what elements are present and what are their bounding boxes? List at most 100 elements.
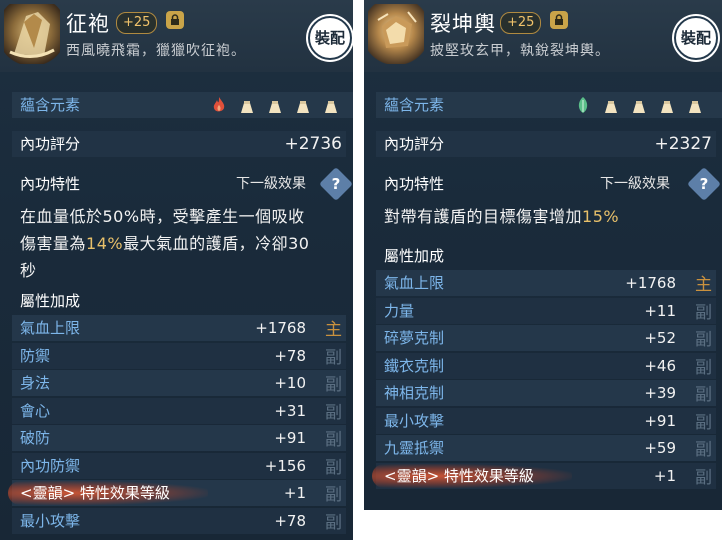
stat-row: 內功防禦 +156 副 xyxy=(12,452,346,479)
leaf-element-icon xyxy=(574,96,592,114)
effect-line-2c: 最大氣血的護盾，冷卻30 xyxy=(123,234,310,253)
stat-name: 身法 xyxy=(20,374,51,392)
lock-icon[interactable] xyxy=(550,11,568,29)
empty-element-slot-icon xyxy=(266,96,284,114)
enhance-level-badge: +25 xyxy=(116,12,158,34)
lock-icon[interactable] xyxy=(166,11,184,29)
sub-stat-tag: 副 xyxy=(695,440,712,460)
stat-name: 最小攻擊 xyxy=(20,511,81,530)
equip-button[interactable]: 裝配 xyxy=(674,16,718,60)
stat-row: 鐵衣克制 +46 副 xyxy=(376,352,716,379)
empty-element-slot-icon xyxy=(602,96,620,114)
score-row: 內功評分 +2327 xyxy=(376,131,716,157)
empty-element-slot-icon xyxy=(238,96,256,114)
sub-stat-tag: 副 xyxy=(695,357,712,378)
help-diamond-icon[interactable]: ? xyxy=(319,167,353,201)
stat-row: 神相克制 +39 副 xyxy=(376,380,716,406)
stat-row: 碎夢克制 +52 副 xyxy=(376,325,716,351)
stat-value: +91 xyxy=(274,429,306,447)
item-panel-right: 裂坤輿 +25 披堅玫玄甲，執銳裂坤輿。 裝配 蘊含元素 內功評分 +2327 … xyxy=(364,0,722,510)
item-header: 裂坤輿 +25 披堅玫玄甲，執銳裂坤輿。 裝配 xyxy=(364,0,722,72)
stat-name: 會心 xyxy=(20,401,51,420)
stat-name: 內功防禦 xyxy=(20,456,81,475)
item-panel-left: 征袍 +25 西風曉飛霜，獵獵吹征袍。 裝配 蘊含元素 內功評分 +2736 內… xyxy=(0,0,353,540)
element-label: 蘊含元素 xyxy=(384,96,445,114)
stat-name: <靈韻> 特性效果等級 xyxy=(20,484,170,502)
sub-stat-tag: 副 xyxy=(695,385,712,405)
item-description: 披堅玫玄甲，執銳裂坤輿。 xyxy=(430,43,610,59)
sub-stat-tag: 副 xyxy=(695,467,712,488)
sub-stat-tag: 副 xyxy=(325,347,342,368)
stat-row: 最小攻擊 +91 副 xyxy=(376,407,716,434)
stat-row: 身法 +10 副 xyxy=(12,370,346,396)
stat-value: +10 xyxy=(274,374,306,392)
stat-row: 破防 +91 副 xyxy=(12,425,346,451)
armor-item-icon[interactable] xyxy=(368,4,424,64)
empty-element-slot-icon xyxy=(294,96,312,114)
effect-highlight-value: 15% xyxy=(582,207,620,226)
stat-row: 九靈抵禦 +59 副 xyxy=(376,435,716,461)
robe-item-icon[interactable] xyxy=(4,4,60,64)
element-row: 蘊含元素 xyxy=(12,92,353,118)
stat-value: +1 xyxy=(283,484,306,502)
stat-value: +11 xyxy=(644,301,676,320)
element-icons xyxy=(574,92,704,118)
item-description: 西風曉飛霜，獵獵吹征袍。 xyxy=(66,43,246,59)
trait-row: 內功特性 下一級效果 ? xyxy=(12,167,353,201)
stat-name: 氣血上限 xyxy=(20,319,81,337)
attr-label: 屬性加成 xyxy=(384,247,445,265)
stat-row: <靈韻> 特性效果等級 +1 副 xyxy=(8,480,346,506)
stat-name: 力量 xyxy=(384,301,415,320)
effect-line-1: 在血量低於50%時，受擊產生一個吸收 xyxy=(20,207,305,226)
sub-stat-tag: 副 xyxy=(695,412,712,433)
sub-stat-tag: 副 xyxy=(325,375,342,395)
next-level-effect[interactable]: 下一級效果 xyxy=(236,171,306,197)
score-value: +2736 xyxy=(284,134,342,154)
stat-value: +46 xyxy=(644,356,676,375)
stat-name: 最小攻擊 xyxy=(384,411,445,430)
effect-text: 對帶有護盾的目標傷害增加 xyxy=(384,207,583,226)
stat-value: +91 xyxy=(644,411,676,430)
score-row: 內功評分 +2736 xyxy=(12,131,346,157)
trait-label: 內功特性 xyxy=(20,175,81,193)
main-stat-tag: 主 xyxy=(325,320,342,340)
stat-value: +1 xyxy=(653,466,676,485)
equip-button[interactable]: 裝配 xyxy=(308,16,352,60)
sub-stat-tag: 副 xyxy=(325,402,342,423)
next-level-effect[interactable]: 下一級效果 xyxy=(600,171,670,197)
element-row: 蘊含元素 xyxy=(376,92,722,118)
score-label: 內功評分 xyxy=(384,135,445,153)
item-header: 征袍 +25 西風曉飛霜，獵獵吹征袍。 裝配 xyxy=(0,0,353,72)
attr-label: 屬性加成 xyxy=(20,292,81,310)
trait-label: 內功特性 xyxy=(384,175,445,193)
fire-element-icon xyxy=(210,96,228,114)
stat-value: +1768 xyxy=(255,319,306,337)
sub-stat-tag: 副 xyxy=(325,512,342,533)
stat-name: 氣血上限 xyxy=(384,274,445,292)
stat-row: 氣血上限 +1768 主 xyxy=(376,270,716,296)
help-diamond-icon[interactable]: ? xyxy=(687,167,721,201)
stat-name: 碎夢克制 xyxy=(384,329,445,347)
panel-gap xyxy=(353,0,364,540)
stat-value: +1768 xyxy=(625,274,676,292)
stat-name: 防禦 xyxy=(20,346,51,365)
score-label: 內功評分 xyxy=(20,135,81,153)
stat-value: +156 xyxy=(264,456,306,475)
score-value: +2327 xyxy=(654,134,712,154)
stat-value: +31 xyxy=(274,401,306,420)
empty-element-slot-icon xyxy=(686,96,704,114)
effect-line-2: 傷害量為14%最大氣血的護盾，冷卻30 xyxy=(20,230,350,257)
empty-element-slot-icon xyxy=(630,96,648,114)
help-glyph: ? xyxy=(331,175,341,193)
item-name: 裂坤輿 xyxy=(430,12,496,36)
stat-row: 最小攻擊 +78 副 xyxy=(12,507,346,534)
stat-value: +78 xyxy=(274,511,306,530)
stat-row: 氣血上限 +1768 主 xyxy=(12,315,346,341)
stat-row: 會心 +31 副 xyxy=(12,397,346,424)
stat-name: 神相克制 xyxy=(384,384,445,402)
empty-element-slot-icon xyxy=(658,96,676,114)
effect-line-3: 秒 xyxy=(20,261,37,280)
effect-line-2a: 傷害量為 xyxy=(20,234,87,253)
stat-value: +52 xyxy=(644,329,676,347)
trait-effect-text: 在血量低於50%時，受擊產生一個吸收 傷害量為14%最大氣血的護盾，冷卻30 秒 xyxy=(20,203,350,284)
